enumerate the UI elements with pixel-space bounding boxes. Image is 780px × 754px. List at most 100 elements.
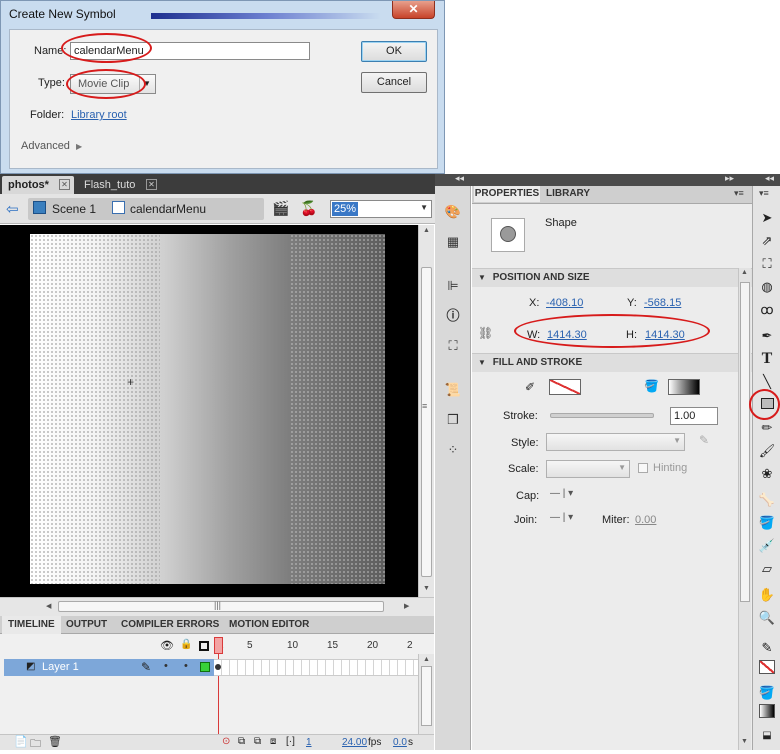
- tab-compiler-errors[interactable]: COMPILER ERRORS: [115, 616, 225, 634]
- scroll-down-icon[interactable]: ▼: [423, 585, 430, 592]
- 3d-rotation-tool-icon[interactable]: ◍: [757, 277, 777, 297]
- style-select[interactable]: ▼: [546, 433, 685, 451]
- lock-dot-icon[interactable]: •: [184, 660, 188, 672]
- x-value[interactable]: -408.10: [546, 297, 583, 309]
- tab-motion-editor[interactable]: MOTION EDITOR: [223, 616, 315, 634]
- position-size-section-header[interactable]: ▼ POSITION AND SIZE: [472, 268, 752, 287]
- current-frame[interactable]: 1: [306, 737, 312, 748]
- keyframe-dot[interactable]: [215, 664, 221, 670]
- edit-multiple-icon[interactable]: ⧈: [270, 736, 276, 747]
- timeline-vertical-scrollbar[interactable]: ▲: [418, 654, 434, 736]
- miter-value[interactable]: 0.00: [635, 514, 656, 526]
- selection-tool-icon[interactable]: ➤: [757, 208, 777, 228]
- vertical-scroll-thumb[interactable]: [421, 267, 432, 577]
- show-hide-eye-icon[interactable]: 👁: [160, 639, 174, 652]
- align-icon[interactable]: ⊫: [443, 276, 463, 296]
- name-input[interactable]: calendarMenu: [70, 42, 310, 60]
- cap-select[interactable]: — | ▾: [550, 488, 573, 499]
- join-select[interactable]: — | ▾: [550, 512, 573, 523]
- center-frame-icon[interactable]: ⊙: [222, 736, 230, 747]
- tab-library[interactable]: LIBRARY: [546, 186, 590, 202]
- actions-icon[interactable]: 📜: [443, 380, 463, 400]
- w-value[interactable]: 1414.30: [547, 329, 587, 341]
- line-tool-icon[interactable]: ╲: [757, 372, 777, 392]
- folder-link[interactable]: Library root: [71, 109, 127, 121]
- scroll-down-icon[interactable]: ▼: [741, 738, 748, 745]
- panel-menu-icon[interactable]: ▾≡: [734, 188, 744, 199]
- tools-menu-icon[interactable]: ▾≡: [759, 188, 769, 199]
- edit-symbols-icon[interactable]: 🍒: [300, 200, 317, 217]
- fill-stroke-section-header[interactable]: ▼ FILL AND STROKE: [472, 353, 752, 372]
- tab-output[interactable]: OUTPUT: [60, 616, 113, 634]
- scroll-left-icon[interactable]: ◀: [46, 602, 51, 610]
- free-transform-tool-icon[interactable]: ⛶: [757, 254, 777, 274]
- brush-tool-icon[interactable]: 🖌: [757, 441, 777, 461]
- bone-tool-icon[interactable]: 🦴: [757, 490, 777, 510]
- tab-flash-tuto-close-icon[interactable]: ✕: [146, 179, 157, 190]
- collapse-left-icon[interactable]: ◂◂: [455, 173, 464, 184]
- delete-layer-icon[interactable]: 🗑: [48, 735, 62, 748]
- zoom-tool-icon[interactable]: 🔍: [757, 608, 777, 628]
- text-tool-icon[interactable]: T: [757, 349, 777, 369]
- pencil-tool-icon[interactable]: ✏: [757, 418, 777, 438]
- subselection-tool-icon[interactable]: ⇗: [757, 231, 777, 251]
- lock-icon[interactable]: 🔒: [180, 639, 192, 650]
- tab-properties[interactable]: PROPERTIES: [474, 186, 540, 202]
- type-select[interactable]: Movie Clip ▼: [70, 74, 156, 94]
- stroke-slider[interactable]: [550, 413, 654, 418]
- back-arrow-icon[interactable]: ⇦: [6, 200, 19, 218]
- stage-vertical-scrollbar[interactable]: ▲ ≡ ▼: [418, 225, 434, 597]
- motion-presets-icon[interactable]: ⁘: [443, 440, 463, 460]
- fill-color-swatch[interactable]: [668, 379, 700, 395]
- timeline-scroll-thumb[interactable]: [421, 666, 432, 726]
- tab-flash-tuto[interactable]: Flash_tuto ✕: [78, 176, 162, 194]
- advanced-toggle[interactable]: Advanced ▶: [21, 140, 82, 152]
- scroll-right-icon[interactable]: ▶: [404, 602, 409, 610]
- tab-timeline[interactable]: TIMELINE: [2, 616, 61, 634]
- scroll-up-icon[interactable]: ▲: [741, 269, 748, 276]
- frame-cells[interactable]: [214, 659, 418, 676]
- expand-right-icon[interactable]: ▸▸: [725, 173, 734, 184]
- outline-icon[interactable]: [199, 641, 209, 651]
- zoom-select[interactable]: 25% ▼: [330, 200, 432, 218]
- components-icon[interactable]: ❒: [443, 410, 463, 430]
- scale-select[interactable]: ▼: [546, 460, 630, 478]
- new-folder-icon[interactable]: 🗀: [30, 735, 41, 754]
- breadcrumb-symbol[interactable]: calendarMenu: [130, 202, 206, 216]
- scroll-up-icon[interactable]: ▲: [423, 227, 430, 234]
- collapse-toolbar-icon[interactable]: ◂◂: [765, 173, 774, 184]
- stage-area[interactable]: +: [0, 225, 418, 597]
- fill-color-chip[interactable]: [757, 704, 777, 724]
- properties-scroll-thumb[interactable]: [740, 282, 750, 602]
- hand-tool-icon[interactable]: ✋: [757, 585, 777, 605]
- hinting-checkbox[interactable]: [638, 463, 648, 473]
- stroke-input[interactable]: 1.00: [670, 407, 718, 425]
- onion-skin-icon[interactable]: ⧉: [238, 736, 245, 747]
- layer-name[interactable]: Layer 1: [42, 661, 79, 673]
- eyedropper-tool-icon[interactable]: 💉: [757, 536, 777, 556]
- layer-row[interactable]: ◩ Layer 1 ✎ • •: [4, 659, 214, 676]
- layer-color-swatch[interactable]: [200, 662, 210, 672]
- swatches-grid-icon[interactable]: ▦: [443, 232, 463, 252]
- edit-stroke-style-icon[interactable]: ✎: [699, 433, 709, 447]
- rectangle-tool-icon[interactable]: [757, 395, 777, 415]
- playhead-marker[interactable]: [214, 637, 223, 654]
- edit-scene-icon[interactable]: 🎬: [272, 200, 289, 217]
- breadcrumb-scene[interactable]: Scene 1: [52, 202, 96, 216]
- new-layer-icon[interactable]: 📄: [14, 735, 28, 748]
- h-value[interactable]: 1414.30: [645, 329, 685, 341]
- paint-bucket-tool-icon[interactable]: 🪣: [757, 513, 777, 533]
- fill-bucket-tool-icon[interactable]: 🪣: [757, 683, 777, 703]
- tab-photos[interactable]: photos* ✕: [2, 176, 74, 194]
- tab-photos-close-icon[interactable]: ✕: [59, 179, 70, 190]
- eraser-tool-icon[interactable]: ▱: [757, 559, 777, 579]
- stroke-color-chip[interactable]: [757, 660, 777, 680]
- onion-outline-icon[interactable]: ⧉: [254, 736, 261, 747]
- stage-horizontal-scrollbar[interactable]: ◀ ||| ▶: [0, 597, 434, 616]
- swap-colors-icon[interactable]: ⬓: [757, 726, 777, 746]
- lock-aspect-icon[interactable]: ⛓: [478, 326, 493, 340]
- y-value[interactable]: -568.15: [644, 297, 681, 309]
- properties-scrollbar[interactable]: ▲ ▼: [738, 268, 751, 750]
- frame-ruler[interactable]: 1 5 10 15 20 2: [214, 634, 418, 654]
- info-icon[interactable]: ⓘ: [443, 306, 463, 326]
